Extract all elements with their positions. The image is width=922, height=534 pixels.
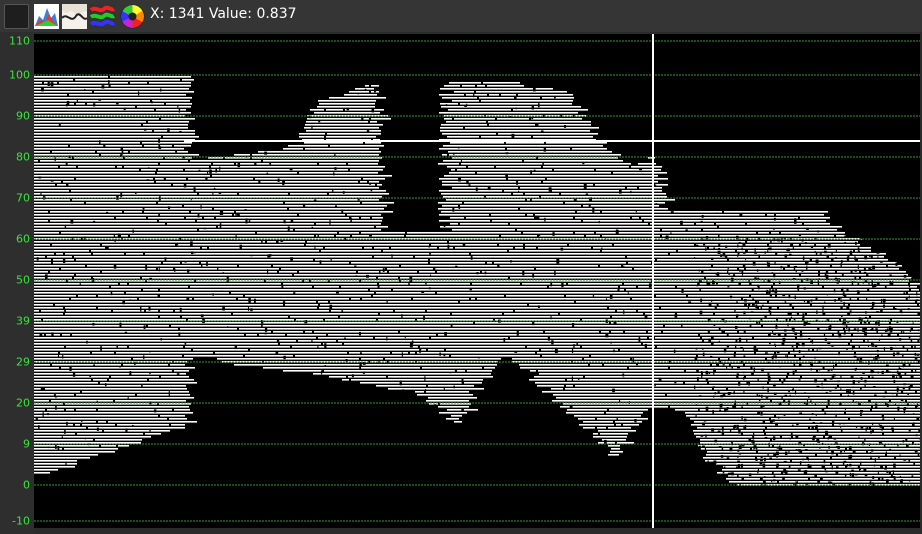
waveform-icon[interactable] bbox=[61, 4, 88, 29]
color-bands-icon[interactable] bbox=[89, 4, 116, 29]
y-tick-label: 39 bbox=[16, 314, 30, 328]
y-tick-label: 60 bbox=[16, 232, 30, 246]
y-tick-label: 50 bbox=[16, 273, 30, 287]
toolbar: X: 1341 Value: 0.837 bbox=[0, 0, 922, 32]
cursor-readout: X: 1341 Value: 0.837 bbox=[150, 6, 297, 22]
plot-canvas bbox=[34, 34, 922, 528]
y-axis: 110 100 90 80 70 60 50 39 29 20 9 0 -10 bbox=[0, 32, 34, 534]
y-tick-label: 90 bbox=[16, 109, 30, 123]
y-tick-label: 29 bbox=[16, 355, 30, 369]
y-tick-label: 20 bbox=[16, 396, 30, 410]
y-tick-label: 70 bbox=[16, 191, 30, 205]
color-wheel-icon[interactable] bbox=[120, 4, 145, 29]
y-tick-label: 9 bbox=[23, 437, 30, 451]
spectrum-icon[interactable] bbox=[34, 4, 59, 29]
y-tick-label: 100 bbox=[9, 68, 30, 82]
y-tick-label: 80 bbox=[16, 150, 30, 164]
dark-square-icon[interactable] bbox=[4, 4, 29, 29]
y-tick-label: 0 bbox=[23, 478, 30, 492]
y-tick-label: 110 bbox=[9, 34, 30, 48]
y-tick-label: -10 bbox=[12, 514, 30, 528]
signal-plot[interactable] bbox=[34, 34, 922, 528]
